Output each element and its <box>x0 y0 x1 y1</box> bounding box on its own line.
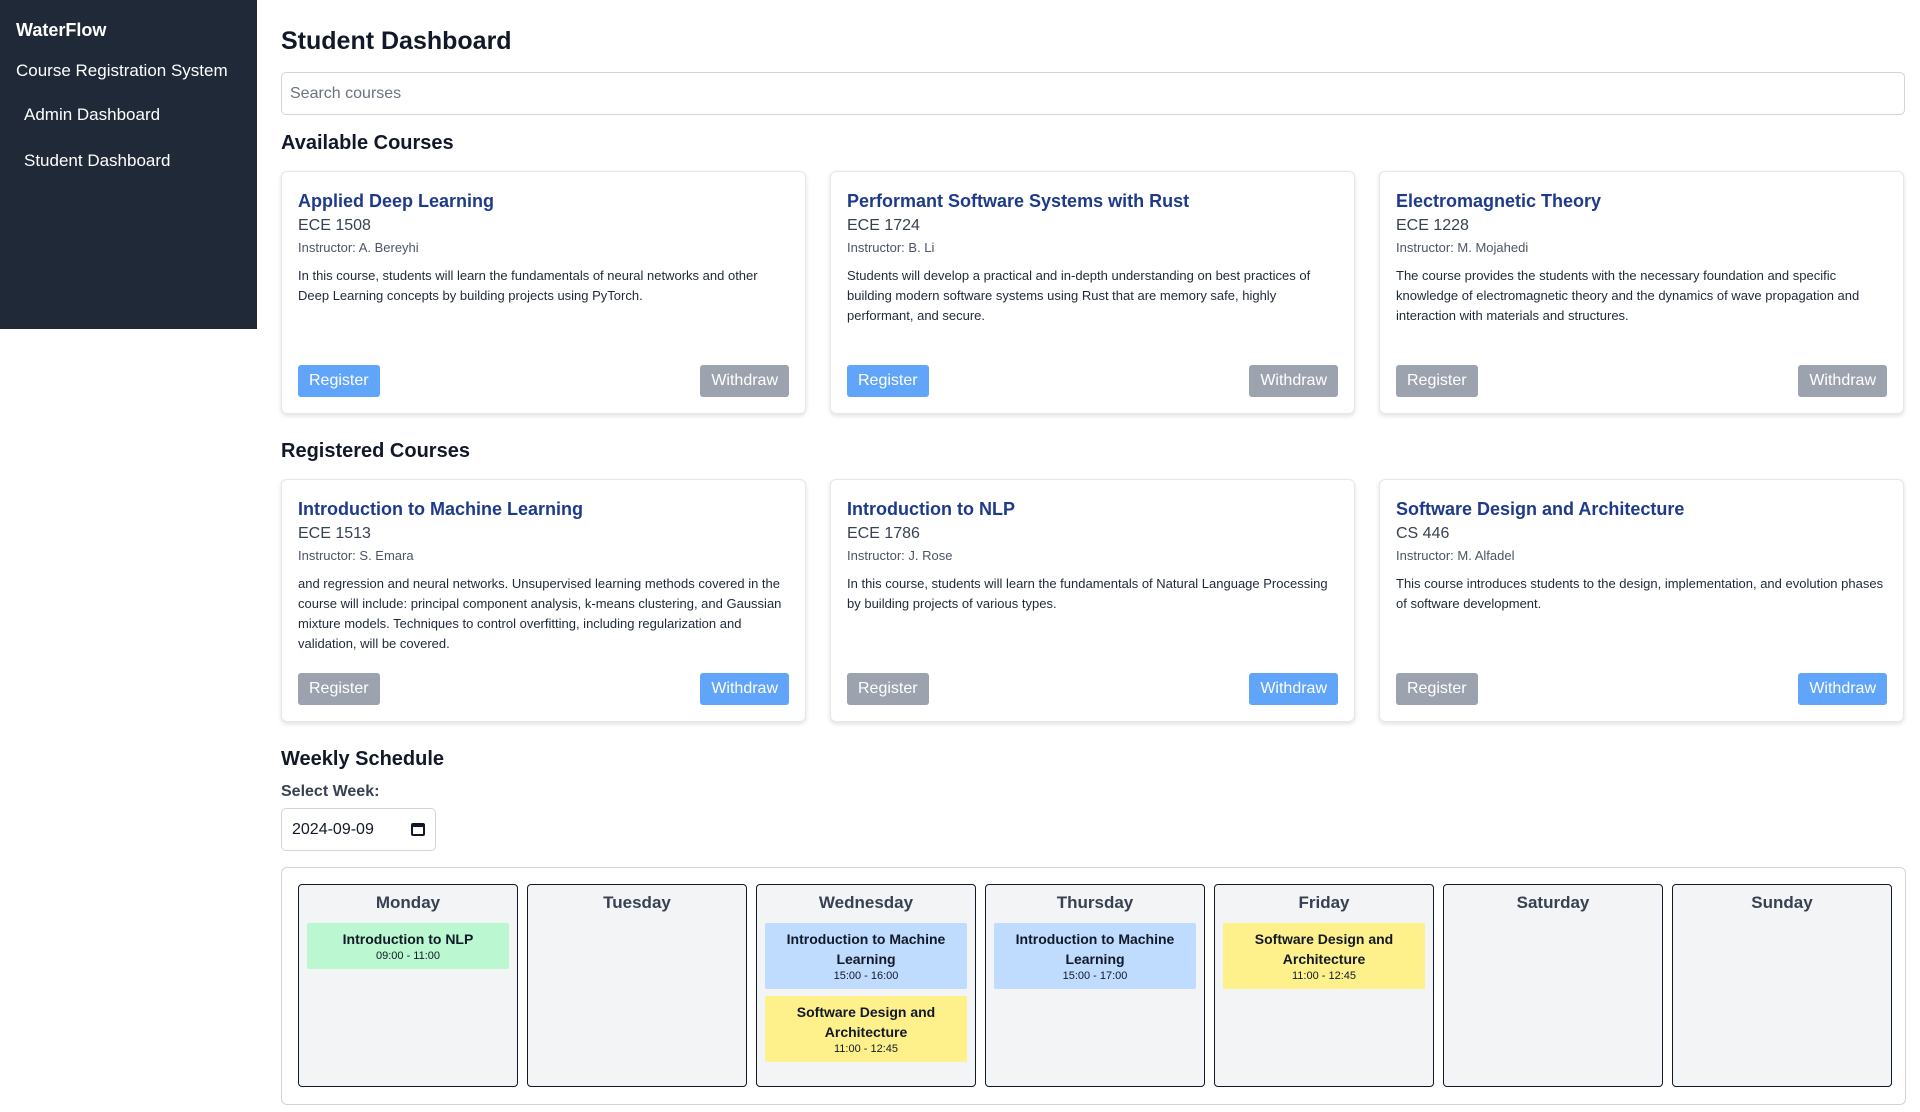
course-description: In this course, students will learn the … <box>298 268 758 303</box>
weekly-schedule: Monday Introduction to NLP 09:00 - 11:00… <box>281 867 1906 1105</box>
register-button[interactable]: Register <box>1396 365 1478 397</box>
withdraw-button[interactable]: Withdraw <box>700 673 789 705</box>
schedule-event[interactable]: Software Design and Architecture 11:00 -… <box>1223 923 1425 989</box>
day-column-tuesday: Tuesday <box>527 884 747 1087</box>
event-name: Software Design and Architecture <box>1254 931 1394 967</box>
sidebar: WaterFlow Course Registration System Adm… <box>0 0 257 329</box>
day-column-sunday: Sunday <box>1672 884 1892 1087</box>
withdraw-button[interactable]: Withdraw <box>1249 365 1338 397</box>
course-description: This course introduces students to the d… <box>1396 576 1884 611</box>
withdraw-button[interactable]: Withdraw <box>1249 673 1338 705</box>
course-description: In this course, students will learn the … <box>847 576 1328 611</box>
day-column-thursday: Thursday Introduction to Machine Learnin… <box>985 884 1205 1087</box>
event-time: 15:00 - 17:00 <box>1062 970 1128 982</box>
course-card: Software Design and Architecture CS 446 … <box>1379 479 1904 722</box>
course-card: Electromagnetic Theory ECE 1228 Instruct… <box>1379 171 1904 414</box>
day-column-monday: Monday Introduction to NLP 09:00 - 11:00 <box>298 884 518 1087</box>
course-code: ECE 1508 <box>298 217 371 234</box>
register-button[interactable]: Register <box>298 365 380 397</box>
week-date-input[interactable]: 2024-09-09 <box>281 808 436 851</box>
sidebar-item-student-dashboard[interactable]: Student Dashboard <box>24 151 257 171</box>
register-button[interactable]: Register <box>847 365 929 397</box>
day-column-saturday: Saturday <box>1443 884 1663 1087</box>
course-title: Software Design and Architecture <box>1396 499 1685 519</box>
available-courses-heading: Available Courses <box>281 132 454 154</box>
course-code: ECE 1513 <box>298 525 371 542</box>
course-card: Applied Deep Learning ECE 1508 Instructo… <box>281 171 806 414</box>
select-week-label: Select Week: <box>281 783 380 800</box>
registered-courses-list: Introduction to Machine Learning ECE 151… <box>281 479 1906 722</box>
registered-courses-heading: Registered Courses <box>281 440 470 462</box>
course-description: The course provides the students with th… <box>1396 268 1860 323</box>
schedule-event[interactable]: Introduction to Machine Learning 15:00 -… <box>765 923 967 989</box>
course-instructor: Instructor: J. Rose <box>847 548 953 563</box>
course-instructor: Instructor: M. Alfadel <box>1396 548 1515 563</box>
course-title: Introduction to Machine Learning <box>298 499 583 519</box>
weekly-schedule-heading: Weekly Schedule <box>281 748 445 770</box>
course-title: Electromagnetic Theory <box>1396 191 1602 211</box>
course-code: ECE 1786 <box>847 525 920 542</box>
course-instructor: Instructor: S. Emara <box>298 548 414 563</box>
event-name: Software Design and Architecture <box>796 1004 936 1040</box>
schedule-event[interactable]: Introduction to NLP 09:00 - 11:00 <box>307 923 509 969</box>
day-name: Sunday <box>1751 893 1813 912</box>
course-instructor: Instructor: B. Li <box>847 240 935 255</box>
course-title: Applied Deep Learning <box>298 191 495 211</box>
search-input[interactable] <box>281 72 1905 115</box>
event-name: Introduction to NLP <box>342 931 474 947</box>
course-description: and regression and neural networks. Unsu… <box>298 576 782 651</box>
course-title: Performant Software Systems with Rust <box>847 191 1190 211</box>
main-content: Student Dashboard Available Courses Appl… <box>281 0 1906 1105</box>
event-time: 15:00 - 16:00 <box>833 970 899 982</box>
day-name: Friday <box>1298 893 1350 912</box>
course-code: ECE 1228 <box>1396 217 1469 234</box>
day-name: Tuesday <box>603 893 671 912</box>
brand-name: WaterFlow <box>16 20 107 40</box>
register-button[interactable]: Register <box>298 673 380 705</box>
course-card: Performant Software Systems with Rust EC… <box>830 171 1355 414</box>
day-column-wednesday: Wednesday Introduction to Machine Learni… <box>756 884 976 1087</box>
calendar-icon[interactable] <box>411 823 425 836</box>
register-button[interactable]: Register <box>1396 673 1478 705</box>
register-button[interactable]: Register <box>847 673 929 705</box>
day-name: Saturday <box>1516 893 1590 912</box>
course-code: CS 446 <box>1396 525 1450 542</box>
day-column-friday: Friday Software Design and Architecture … <box>1214 884 1434 1087</box>
course-instructor: Instructor: A. Bereyhi <box>298 240 419 255</box>
course-code: ECE 1724 <box>847 217 920 234</box>
app-subtitle: Course Registration System <box>16 61 228 80</box>
event-name: Introduction to Machine Learning <box>1015 931 1175 967</box>
day-name: Monday <box>375 893 441 912</box>
course-instructor: Instructor: M. Mojahedi <box>1396 240 1529 255</box>
schedule-event[interactable]: Introduction to Machine Learning 15:00 -… <box>994 923 1196 989</box>
withdraw-button[interactable]: Withdraw <box>700 365 789 397</box>
withdraw-button[interactable]: Withdraw <box>1798 365 1887 397</box>
event-name: Introduction to Machine Learning <box>786 931 946 967</box>
week-date-value: 2024-09-09 <box>292 820 374 838</box>
course-card: Introduction to Machine Learning ECE 151… <box>281 479 806 722</box>
day-name: Wednesday <box>818 893 914 912</box>
course-card: Introduction to NLP ECE 1786 Instructor:… <box>830 479 1355 722</box>
course-title: Introduction to NLP <box>847 499 1015 519</box>
day-name: Thursday <box>1056 893 1134 912</box>
available-courses-list: Applied Deep Learning ECE 1508 Instructo… <box>281 171 1906 414</box>
event-time: 09:00 - 11:00 <box>375 950 440 962</box>
withdraw-button[interactable]: Withdraw <box>1798 673 1887 705</box>
sidebar-item-admin-dashboard[interactable]: Admin Dashboard <box>24 105 257 125</box>
course-description: Students will develop a practical and in… <box>847 268 1311 323</box>
schedule-event[interactable]: Software Design and Architecture 11:00 -… <box>765 996 967 1062</box>
event-time: 11:00 - 12:45 <box>1291 970 1356 982</box>
page-title: Student Dashboard <box>281 27 512 55</box>
event-time: 11:00 - 12:45 <box>833 1043 898 1055</box>
